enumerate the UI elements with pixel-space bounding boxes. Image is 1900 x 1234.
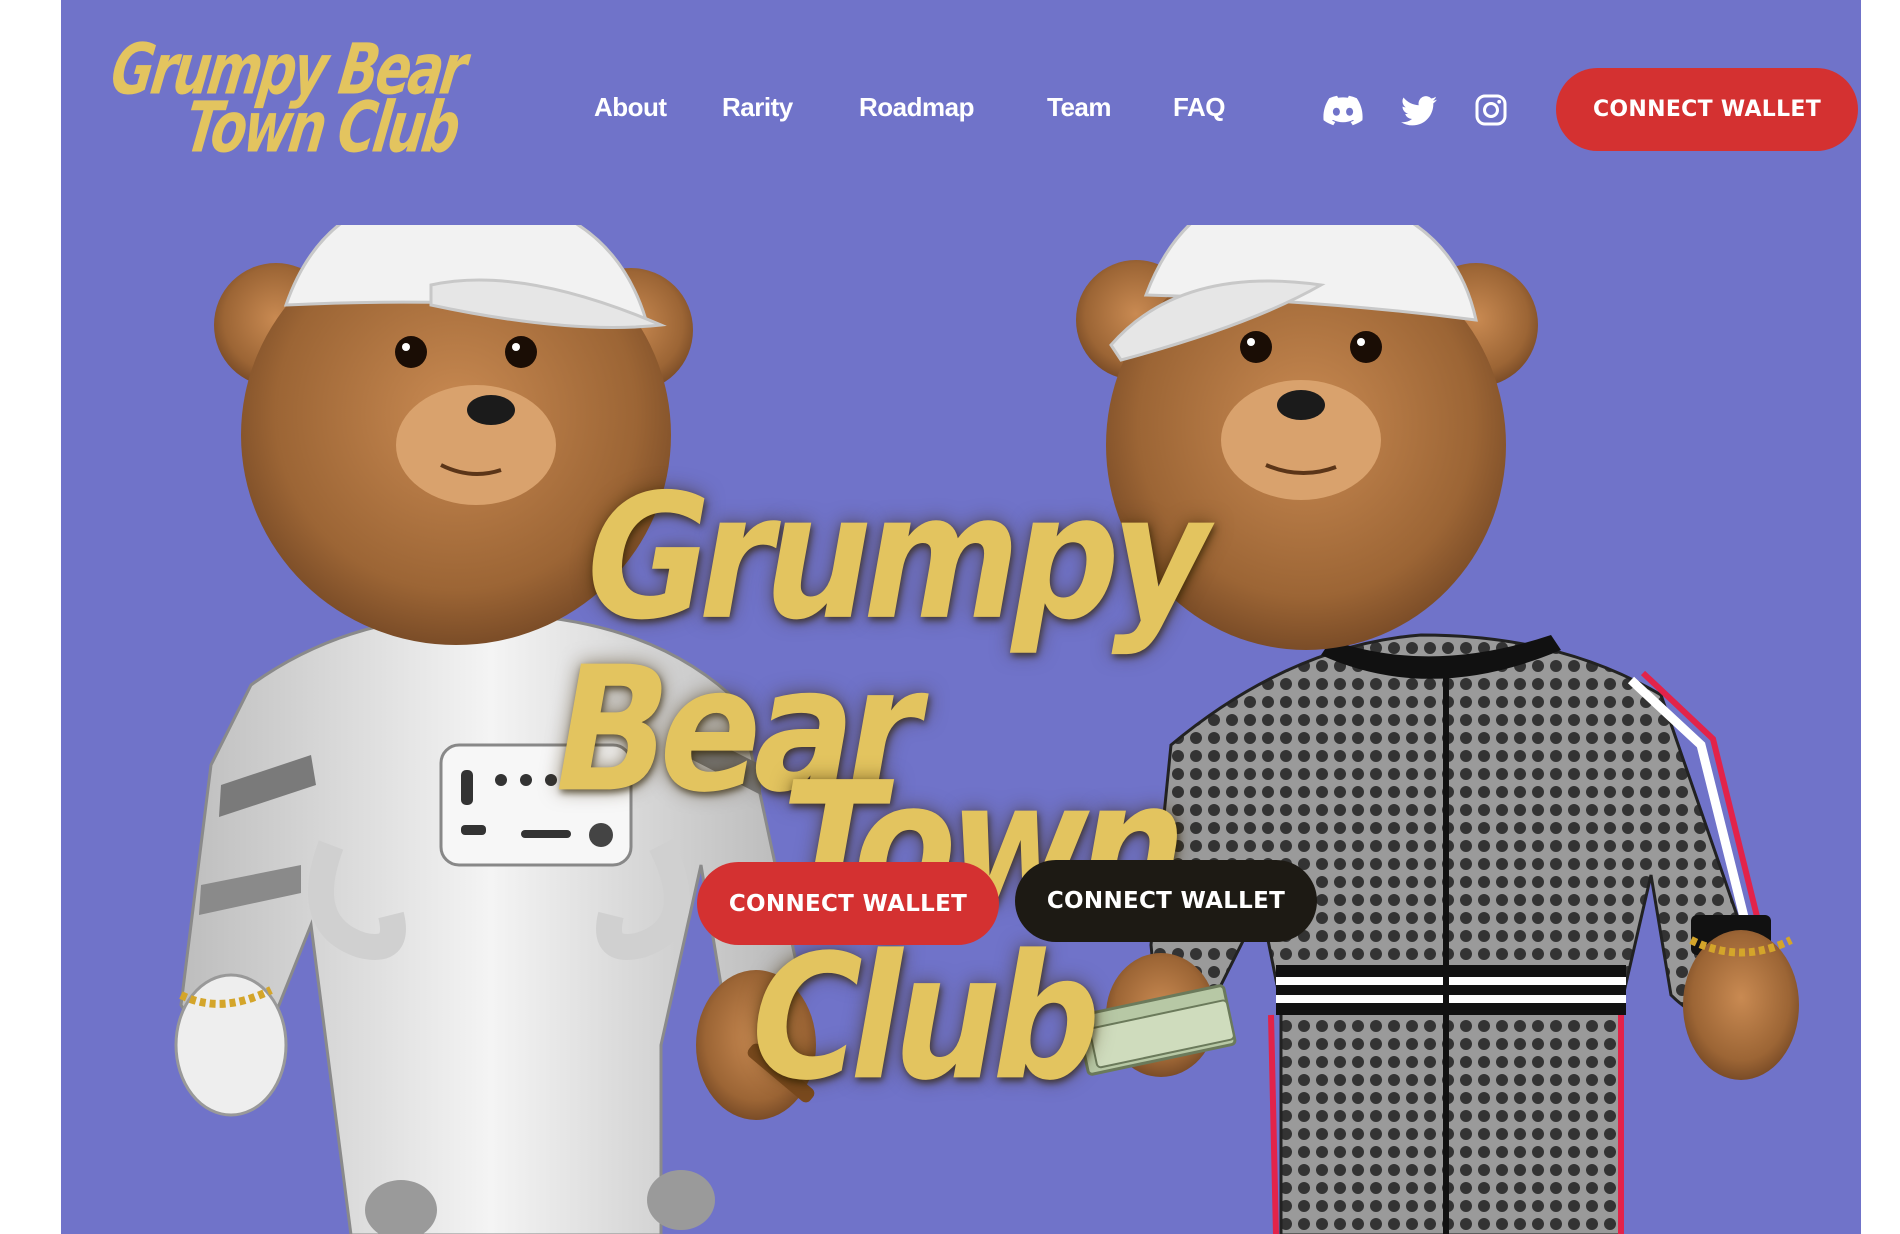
nav-faq[interactable]: FAQ [1173,92,1225,123]
header-connect-wallet-button[interactable]: CONNECT WALLET [1556,68,1858,151]
twitter-icon[interactable] [1401,92,1437,130]
nav-rarity[interactable]: Rarity [722,92,793,123]
hero-title: Grumpy Bear Town Club [538,458,1541,1119]
nav-team[interactable]: Team [1047,92,1112,123]
instagram-icon[interactable] [1475,94,1507,126]
hero-connect-wallet-secondary-button[interactable]: CONNECT WALLET [1015,860,1317,942]
hero-connect-wallet-button[interactable]: CONNECT WALLET [697,862,999,945]
nav-about[interactable]: About [594,92,667,123]
landing-page: Grumpy Bear Town Club About Rarity Roadm… [61,0,1861,1234]
brand-logo[interactable]: Grumpy Bear Town Club [100,30,496,169]
nav-roadmap[interactable]: Roadmap [859,92,974,123]
discord-icon[interactable] [1323,92,1363,130]
